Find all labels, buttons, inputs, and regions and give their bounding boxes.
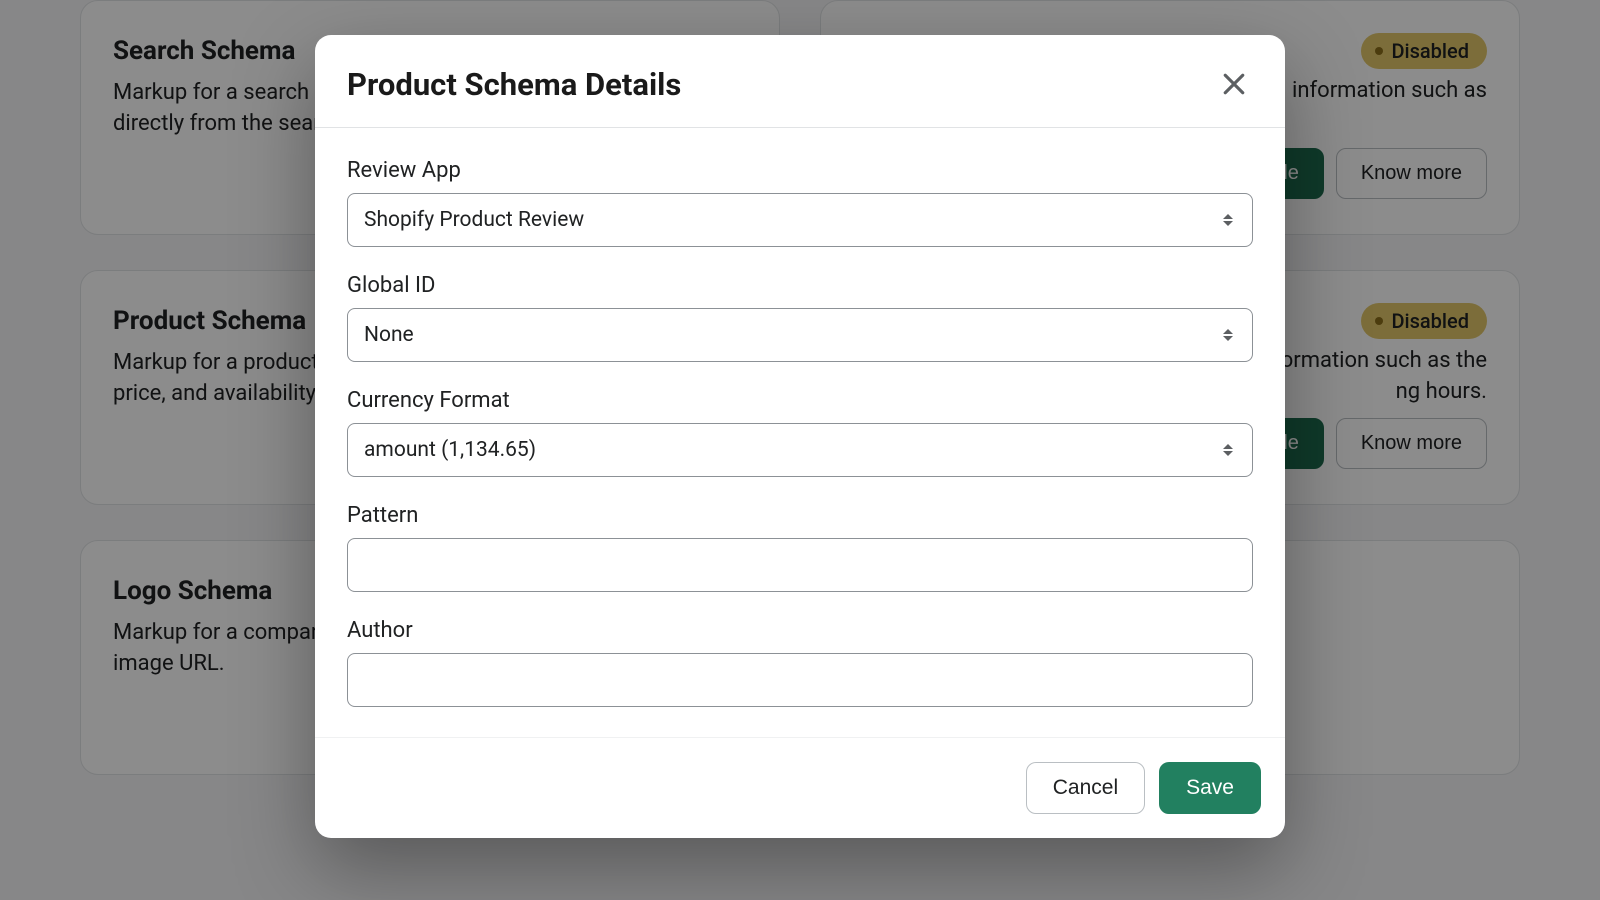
review-app-field: Review App Shopify Product Review bbox=[347, 158, 1253, 247]
close-icon bbox=[1219, 69, 1249, 99]
product-schema-details-modal: Product Schema Details Review App Shopif… bbox=[315, 35, 1285, 838]
modal-footer: Cancel Save bbox=[315, 737, 1285, 838]
close-button[interactable] bbox=[1215, 65, 1253, 103]
modal-overlay[interactable]: Product Schema Details Review App Shopif… bbox=[0, 0, 1600, 900]
currency-format-select[interactable]: amount (1,134.65) bbox=[347, 423, 1253, 477]
global-id-field: Global ID None bbox=[347, 273, 1253, 362]
global-id-select[interactable]: None bbox=[347, 308, 1253, 362]
modal-header: Product Schema Details bbox=[315, 35, 1285, 128]
pattern-field: Pattern bbox=[347, 503, 1253, 592]
field-label: Pattern bbox=[347, 503, 1253, 528]
author-input[interactable] bbox=[347, 653, 1253, 707]
field-label: Review App bbox=[347, 158, 1253, 183]
field-label: Author bbox=[347, 618, 1253, 643]
pattern-input[interactable] bbox=[347, 538, 1253, 592]
save-button[interactable]: Save bbox=[1159, 762, 1261, 814]
modal-body: Review App Shopify Product Review Global… bbox=[315, 128, 1285, 737]
field-label: Currency Format bbox=[347, 388, 1253, 413]
cancel-button[interactable]: Cancel bbox=[1026, 762, 1145, 814]
field-label: Global ID bbox=[347, 273, 1253, 298]
modal-title: Product Schema Details bbox=[347, 66, 681, 103]
currency-format-field: Currency Format amount (1,134.65) bbox=[347, 388, 1253, 477]
author-field: Author bbox=[347, 618, 1253, 707]
review-app-select[interactable]: Shopify Product Review bbox=[347, 193, 1253, 247]
